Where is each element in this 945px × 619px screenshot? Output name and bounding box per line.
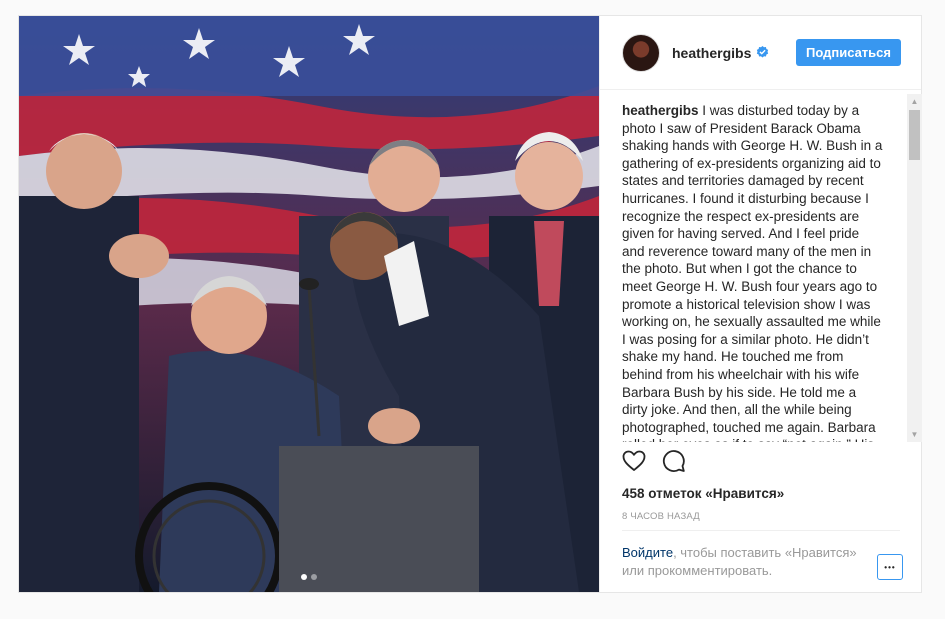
more-options-button[interactable]: ••• (877, 554, 903, 580)
carousel-dot-active[interactable] (301, 574, 307, 580)
avatar[interactable] (622, 33, 660, 72)
caption-text: I was disturbed today by a photo I saw o… (622, 103, 883, 442)
post-actions: 458 отметок «Нравится» 8 часов назад (600, 446, 922, 531)
photo-illustration (19, 16, 599, 592)
caption-scroll-area[interactable]: heathergibs I was disturbed today by a p… (600, 94, 922, 442)
heart-icon[interactable] (622, 449, 646, 473)
follow-button[interactable]: Подписаться (795, 39, 901, 66)
comment-icon[interactable] (662, 449, 686, 473)
username-link[interactable]: heathergibs (672, 45, 751, 61)
caption: heathergibs I was disturbed today by a p… (622, 102, 884, 442)
post-timestamp[interactable]: 8 часов назад (622, 511, 900, 522)
post-header: heathergibs Подписаться (600, 16, 921, 90)
caption-username[interactable]: heathergibs (622, 103, 699, 118)
caption-scrollbar[interactable]: ▲ ▼ (907, 94, 922, 442)
login-link[interactable]: Войдите (622, 545, 673, 560)
scroll-down-arrow-icon[interactable]: ▼ (907, 427, 922, 442)
divider (622, 530, 900, 531)
login-prompt: Войдите, чтобы поставить «Нравится» или … (622, 544, 862, 579)
verified-badge-icon (757, 46, 769, 58)
likes-count[interactable]: 458 отметок «Нравится» (622, 486, 900, 501)
scroll-up-arrow-icon[interactable]: ▲ (907, 94, 922, 109)
post-card: heathergibs Подписаться heathergibs I wa… (18, 15, 922, 593)
more-options-icon: ••• (884, 562, 896, 572)
carousel-indicator (19, 574, 599, 580)
post-sidebar: heathergibs Подписаться heathergibs I wa… (599, 16, 922, 592)
post-photo[interactable] (19, 16, 599, 592)
carousel-dot[interactable] (311, 574, 317, 580)
scrollbar-thumb[interactable] (909, 110, 920, 160)
